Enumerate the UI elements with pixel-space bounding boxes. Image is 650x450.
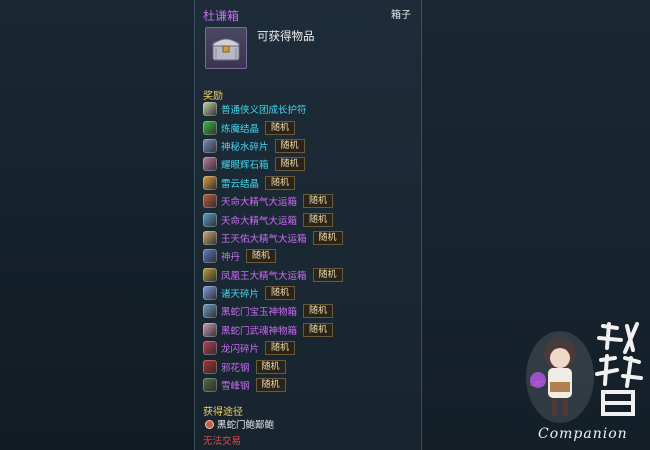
reward-item-icon (203, 341, 217, 356)
reward-row[interactable]: 黑蛇门宝玉神物箱 随机 (203, 302, 423, 320)
random-tag: 随机 (265, 286, 296, 301)
reward-item-name: 天命大精气大运箱 (221, 197, 298, 209)
reward-item-icon (203, 120, 217, 135)
reward-row[interactable]: 雷云结晶 随机 (203, 174, 423, 192)
brush-logo-icon (595, 322, 643, 416)
reward-row[interactable]: 炼魔结晶 随机 (203, 118, 423, 136)
random-tag: 随机 (246, 249, 277, 264)
random-tag: 随机 (274, 138, 305, 153)
source-entry[interactable]: 黑蛇门鲍鄙鲍 (205, 417, 274, 431)
random-tag: 随机 (274, 157, 305, 172)
background-panel-left (0, 0, 194, 450)
reward-item-name: 凤凰王大精气大运箱 (221, 270, 307, 282)
reward-item-name: 雷云结晶 (221, 178, 260, 190)
random-tag: 随机 (265, 341, 296, 356)
reward-item-icon (203, 212, 217, 227)
npc-icon (205, 419, 214, 429)
reward-row[interactable]: 普通侠义团成长护符 (203, 100, 423, 118)
random-tag: 随机 (255, 359, 286, 374)
random-tag: 随机 (265, 175, 296, 190)
reward-item-icon (203, 267, 217, 282)
random-tag: 随机 (303, 322, 334, 337)
chest-icon (205, 27, 247, 69)
reward-row[interactable]: 王天佑大精气大运箱 随机 (203, 229, 423, 247)
reward-item-icon (203, 138, 217, 153)
reward-row[interactable]: 诸天碎片 随机 (203, 284, 423, 302)
reward-item-icon (203, 249, 217, 264)
reward-item-name: 诸天碎片 (221, 289, 260, 301)
reward-item-name: 王天佑大精气大运箱 (221, 233, 307, 245)
reward-item-icon (203, 286, 217, 301)
reward-row[interactable]: 耀眼辉石箱 随机 (203, 155, 423, 173)
reward-item-icon (203, 230, 217, 245)
random-tag: 随机 (312, 267, 343, 282)
reward-item-icon (203, 194, 217, 209)
reward-item-name: 神秘水碎片 (221, 141, 269, 153)
item-category: 箱子 (391, 10, 411, 21)
random-tag: 随机 (312, 230, 343, 245)
reward-item-name: 黑蛇门宝玉神物箱 (221, 307, 298, 319)
item-title: 杜谦箱 (203, 9, 240, 23)
item-tooltip: 杜谦箱 箱子 可获得物品 奖励 普通侠义团成长护符 炼魔结晶 随机 神秘水碎片 随机 耀眼… (194, 0, 422, 450)
random-tag: 随机 (303, 194, 334, 209)
mascot-badge: CRD (530, 380, 546, 388)
random-tag: 随机 (303, 212, 334, 227)
reward-item-icon (203, 359, 217, 374)
watermark-text: Companion (538, 426, 628, 442)
reward-item-name: 黑蛇门武魂神物箱 (221, 325, 298, 337)
reward-item-icon (203, 322, 217, 337)
reward-row[interactable]: 黑蛇门武魂神物箱 随机 (203, 321, 423, 339)
reward-item-icon (203, 175, 217, 190)
reward-item-icon (203, 304, 217, 319)
reward-item-icon (203, 102, 217, 117)
reward-list: 普通侠义团成长护符 炼魔结晶 随机 神秘水碎片 随机 耀眼辉石箱 随机 雷云结晶 随机 天命大精气… (203, 100, 423, 394)
reward-row[interactable]: 凤凰王大精气大运箱 随机 (203, 266, 423, 284)
random-tag: 随机 (255, 378, 286, 393)
mascot-logo-icon (526, 331, 594, 423)
reward-item-name: 耀眼辉石箱 (221, 160, 269, 172)
source-heading: 获得途径 (203, 407, 243, 418)
reward-item-icon (203, 378, 217, 393)
reward-row[interactable]: 雪峰钢 随机 (203, 376, 423, 394)
reward-item-name: 天命大精气大运箱 (221, 215, 298, 227)
reward-row[interactable]: 天命大精气大运箱 随机 (203, 192, 423, 210)
reward-row[interactable]: 龙闪碎片 随机 (203, 339, 423, 357)
reward-item-name: 神丹 (221, 252, 241, 264)
obtainable-items-label: 可获得物品 (257, 29, 315, 43)
reward-item-name: 炼魔结晶 (221, 123, 260, 135)
reward-item-name: 雪峰钢 (221, 381, 250, 393)
reward-item-name: 邪花钢 (221, 362, 250, 374)
trade-restriction: 无法交易 (203, 436, 242, 447)
reward-row[interactable]: 天命大精气大运箱 随机 (203, 210, 423, 228)
random-tag: 随机 (303, 304, 334, 319)
reward-item-icon (203, 157, 217, 172)
reward-row[interactable]: 神秘水碎片 随机 (203, 137, 423, 155)
reward-item-name: 龙闪碎片 (221, 344, 260, 356)
random-tag: 随机 (265, 120, 296, 135)
source-npc-name: 黑蛇门鲍鄙鲍 (217, 420, 275, 431)
reward-row[interactable]: 神丹 随机 (203, 247, 423, 265)
reward-row[interactable]: 邪花钢 随机 (203, 357, 423, 375)
reward-item-name: 普通侠义团成长护符 (221, 105, 307, 117)
